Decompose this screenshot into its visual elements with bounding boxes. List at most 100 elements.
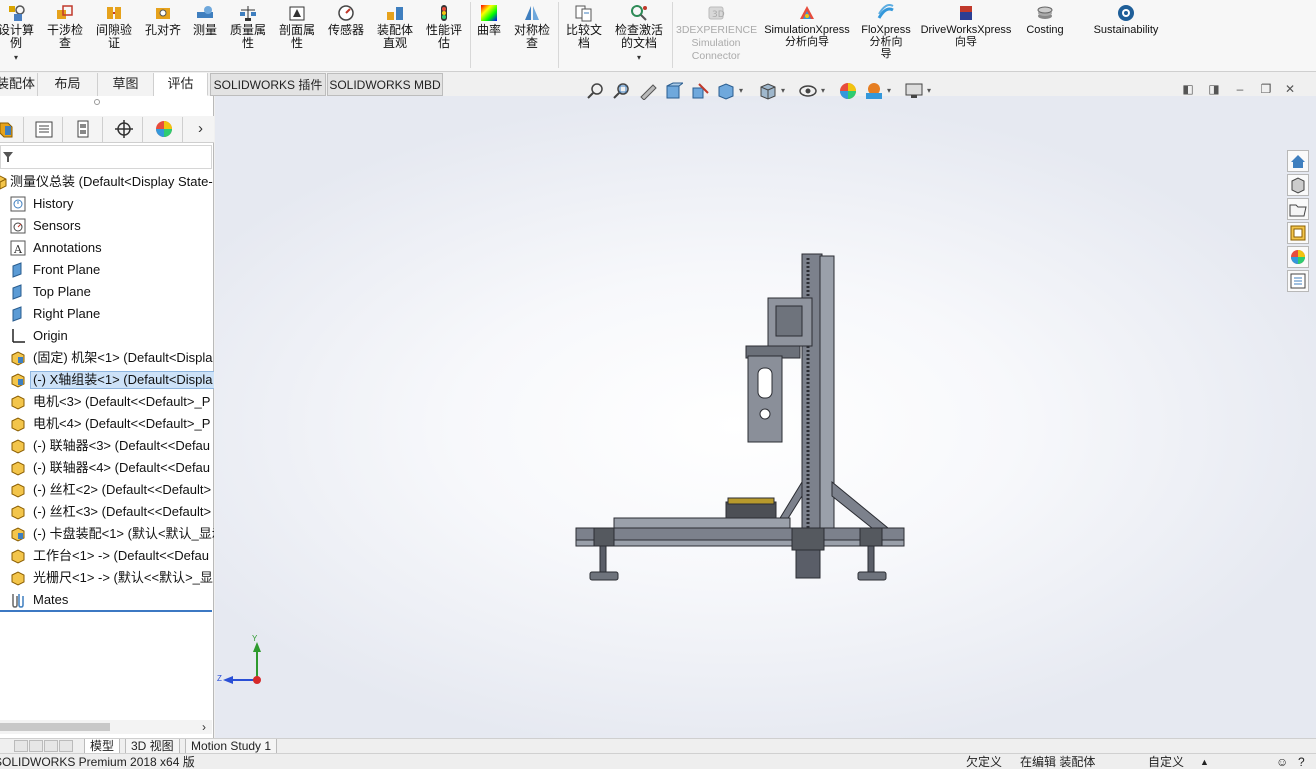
floxpress-button[interactable]: FloXpress 分析向 导: [858, 2, 914, 60]
tree-item-origin[interactable]: Origin: [0, 325, 214, 347]
tree-root[interactable]: 测量仪总装 (Default<Display State-: [0, 171, 214, 193]
tree-item-annotations[interactable]: A Annotations: [0, 237, 214, 259]
filter-icon: [3, 152, 13, 162]
view-settings-icon[interactable]: [905, 82, 923, 100]
tree-item-component[interactable]: 电机<4> (Default<<Default>_P: [0, 413, 214, 435]
sensor-button[interactable]: 传感器: [324, 2, 368, 37]
mass-properties-button[interactable]: 质量属 性: [226, 2, 270, 50]
appearances-tab[interactable]: [1287, 246, 1309, 268]
tree-rollback-bar[interactable]: [0, 610, 212, 612]
restore-icon[interactable]: ❐: [1259, 82, 1273, 96]
performance-evaluation-button[interactable]: 性能评 估: [422, 2, 466, 50]
tab-property-manager[interactable]: [25, 117, 63, 142]
chevron-down-icon[interactable]: ▾: [781, 86, 785, 95]
tree-item-component-selected[interactable]: (-) X轴组装<1> (Default<Displa: [0, 369, 214, 391]
assembly-visualization-button[interactable]: 装配体 直观: [373, 2, 417, 50]
collapse-right-icon[interactable]: ◨: [1207, 82, 1221, 96]
tree-item-component[interactable]: (-) 联轴器<4> (Default<<Defau: [0, 457, 214, 479]
tab-model[interactable]: 模型: [84, 739, 121, 754]
close-icon[interactable]: ✕: [1283, 82, 1297, 96]
interference-detection-button[interactable]: 干涉检 查: [43, 2, 87, 50]
tab-feature-manager[interactable]: [0, 117, 24, 142]
clearance-verification-button[interactable]: 间隙验 证: [92, 2, 136, 50]
home-tab[interactable]: [1287, 150, 1309, 172]
costing-button[interactable]: Costing: [1018, 2, 1072, 36]
hide-show-items-icon[interactable]: [799, 82, 817, 100]
check-active-document-button[interactable]: 检查激活 的文档 ▾: [610, 2, 668, 64]
tree-item-component[interactable]: (-) 丝杠<2> (Default<<Default>: [0, 479, 214, 501]
unit-system-selector[interactable]: 自定义: [1148, 754, 1184, 769]
tree-item-front-plane[interactable]: Front Plane: [0, 259, 214, 281]
design-study-button[interactable]: 设计算 例 ▾: [0, 2, 36, 64]
scrollbar-thumb[interactable]: [0, 723, 110, 731]
view-orientation-icon[interactable]: [717, 82, 735, 100]
reference-triad[interactable]: Y Z: [215, 634, 275, 696]
tab-3d-views[interactable]: 3D 视图: [125, 739, 180, 754]
feature-tree-filter[interactable]: [0, 145, 212, 169]
tree-item-component[interactable]: (-) 丝杠<3> (Default<<Default>: [0, 501, 214, 523]
section-properties-button[interactable]: 剖面属 性: [275, 2, 319, 50]
symmetry-check-button[interactable]: 对称检 查: [510, 2, 554, 50]
zoom-to-fit-icon[interactable]: [587, 82, 605, 100]
collapse-left-icon[interactable]: ◧: [1181, 82, 1195, 96]
quick-tips-icon[interactable]: ☺: [1276, 754, 1288, 769]
last-tab-arrow[interactable]: [59, 740, 73, 752]
tab-configuration-manager[interactable]: [65, 117, 103, 142]
tree-item-mates[interactable]: Mates: [0, 589, 214, 611]
sustainability-button[interactable]: Sustainability: [1086, 2, 1166, 36]
section-view-icon[interactable]: [665, 82, 683, 100]
chevron-down-icon[interactable]: ▾: [887, 86, 891, 95]
tab-layout[interactable]: 布局: [38, 73, 98, 96]
tree-item-component[interactable]: 光栅尺<1> -> (默认<<默认>_显: [0, 567, 214, 589]
prev-tab-arrow[interactable]: [29, 740, 43, 752]
measure-button[interactable]: 测量: [188, 2, 222, 37]
tree-item-top-plane[interactable]: Top Plane: [0, 281, 214, 303]
tab-assembly[interactable]: 装配体: [0, 73, 38, 96]
file-explorer-tab[interactable]: [1287, 198, 1309, 220]
help-icon[interactable]: ?: [1298, 754, 1305, 769]
minimize-icon[interactable]: –: [1233, 82, 1247, 96]
tab-sketch[interactable]: 草图: [98, 73, 154, 96]
custom-properties-tab[interactable]: [1287, 270, 1309, 292]
compare-documents-button[interactable]: 比较文 档: [562, 2, 606, 50]
chevron-right-icon[interactable]: ›: [202, 720, 206, 734]
resources-tab[interactable]: [1287, 174, 1309, 196]
tab-display-manager[interactable]: [145, 117, 183, 142]
tree-item-history[interactable]: History: [0, 193, 214, 215]
tree-item-component[interactable]: 电机<3> (Default<<Default>_P: [0, 391, 214, 413]
tree-item-component[interactable]: (-) 卡盘装配<1> (默认<默认_显示: [0, 523, 214, 545]
chevron-down-icon[interactable]: ▾: [739, 86, 743, 95]
tab-evaluate[interactable]: 评估: [154, 73, 208, 96]
chevron-up-icon[interactable]: ▲: [1200, 754, 1209, 769]
floxpress-label: FloXpress 分析向 导: [861, 24, 911, 60]
tree-horizontal-scrollbar[interactable]: ›: [0, 720, 212, 734]
design-library-tab[interactable]: [1287, 222, 1309, 244]
tree-item-component[interactable]: (固定) 机架<1> (Default<Displa: [0, 347, 214, 369]
chevron-right-icon[interactable]: ›: [198, 120, 203, 137]
chevron-down-icon[interactable]: ▾: [821, 86, 825, 95]
next-tab-arrow[interactable]: [44, 740, 58, 752]
tree-item-sensors[interactable]: Sensors: [0, 215, 214, 237]
curvature-button[interactable]: 曲率: [473, 2, 505, 37]
tree-item-right-plane[interactable]: Right Plane: [0, 303, 214, 325]
tab-solidworks-mbd[interactable]: SOLIDWORKS MBD: [327, 73, 443, 96]
hole-alignment-button[interactable]: 孔对齐: [142, 2, 184, 37]
tree-item-component[interactable]: (-) 联轴器<3> (Default<<Defau: [0, 435, 214, 457]
graphics-area[interactable]: ▾ ▾ ▾ ▾ ▾ ◧ ◨ – ❐ ✕ Y Z: [215, 82, 1316, 738]
display-style-icon[interactable]: [759, 82, 777, 100]
first-tab-arrow[interactable]: [14, 740, 28, 752]
previous-view-icon[interactable]: [639, 82, 657, 100]
tree-item-component[interactable]: 工作台<1> -> (Default<<Defau: [0, 545, 214, 567]
chevron-down-icon[interactable]: ▾: [927, 86, 931, 95]
driveworksxpress-button[interactable]: DriveWorksXpress 向导: [918, 2, 1014, 48]
panel-grip-handle[interactable]: [94, 99, 100, 105]
tab-dimxpert-manager[interactable]: [105, 117, 143, 142]
zoom-to-area-icon[interactable]: [613, 82, 631, 100]
edit-appearance-icon[interactable]: [839, 82, 857, 100]
simulationxpress-button[interactable]: SimulationXpress 分析向导: [760, 2, 854, 48]
apply-scene-icon[interactable]: [865, 82, 883, 100]
tab-motion-study[interactable]: Motion Study 1: [185, 739, 278, 754]
dynamic-annotation-icon[interactable]: [691, 82, 709, 100]
tab-solidworks-addins[interactable]: SOLIDWORKS 插件: [210, 73, 326, 96]
assembly-model-view[interactable]: [570, 246, 910, 596]
